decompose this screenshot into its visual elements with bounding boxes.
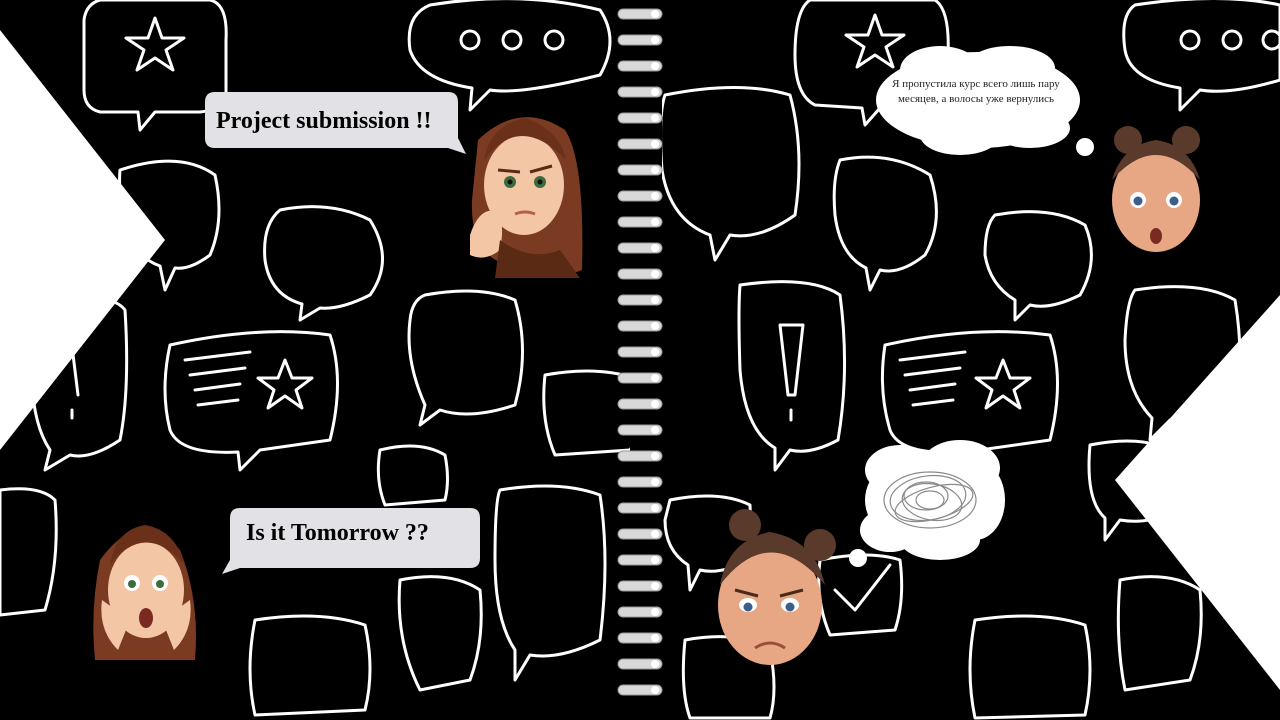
- scene: Project submission !! Is it Tomorrow ?? …: [0, 0, 1280, 720]
- right-top-thought-text: Я пропустила курс всего лишь пару месяце…: [892, 78, 1060, 105]
- left-top-speech-text: Project submission !!: [216, 108, 432, 134]
- surprised-girl-icon: [1112, 126, 1200, 252]
- left-bottom-speech-text: Is it Tomorrow ??: [246, 520, 429, 546]
- sad-girl-icon: [718, 509, 836, 665]
- thinking-woman-icon: [470, 117, 583, 278]
- shocked-woman-icon: [93, 525, 196, 660]
- characters: [93, 117, 1200, 665]
